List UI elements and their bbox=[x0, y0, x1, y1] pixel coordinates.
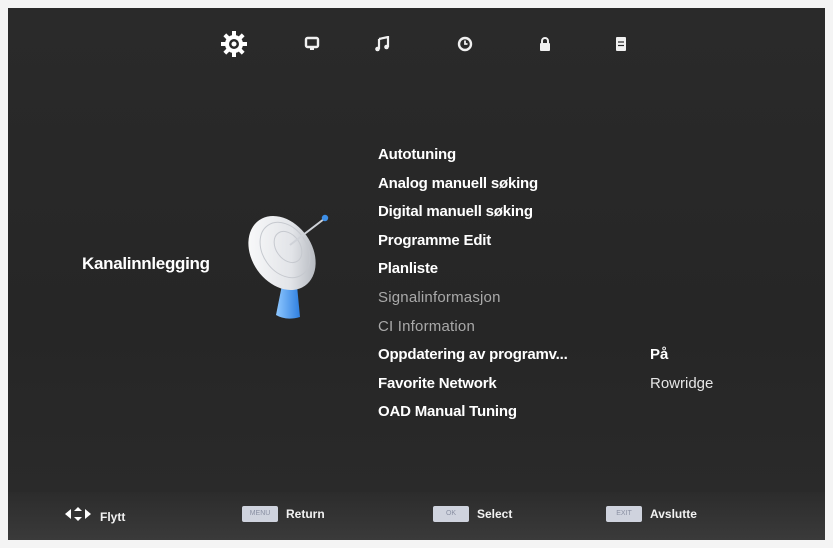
satellite-dish-icon bbox=[246, 203, 338, 331]
gear-icon[interactable] bbox=[218, 28, 250, 60]
ok-key-badge: OK bbox=[433, 506, 469, 522]
clock-icon[interactable] bbox=[449, 28, 481, 60]
section-title: Kanalinnlegging bbox=[82, 254, 210, 273]
hint-move-label: Flytt bbox=[100, 509, 126, 524]
lock-icon[interactable] bbox=[529, 28, 561, 60]
hint-return: MENU Return bbox=[242, 506, 325, 522]
menu-item-oad-manual-tuning[interactable]: OAD Manual Tuning bbox=[378, 398, 568, 427]
hint-exit: EXIT Avslutte bbox=[606, 506, 697, 522]
music-note-icon[interactable] bbox=[366, 28, 398, 60]
menu-item-signal-information: Signalinformasjon bbox=[378, 288, 501, 306]
hint-exit-label: Avslutte bbox=[650, 507, 697, 521]
menu-item-programme-edit[interactable]: Programme Edit bbox=[378, 227, 568, 256]
exit-key-badge: EXIT bbox=[606, 506, 642, 522]
menu-item-software-update[interactable]: Oppdatering av programv... bbox=[378, 341, 568, 370]
menu-item-autotuning[interactable]: Autotuning bbox=[378, 141, 568, 170]
monitor-icon[interactable] bbox=[296, 28, 328, 60]
hint-move: Flytt bbox=[64, 506, 125, 527]
tv-menu-screen: Kanalinnlegging Autotuning Analog manuel… bbox=[8, 8, 825, 540]
menu-item-ci-information: CI Information bbox=[378, 317, 476, 335]
menu-item-schedule-list[interactable]: Planliste bbox=[378, 255, 568, 284]
menu-item-analog-manual-search[interactable]: Analog manuell søking bbox=[378, 170, 568, 199]
hint-bar: Flytt MENU Return OK Select EXIT Avslutt… bbox=[8, 492, 825, 540]
document-icon[interactable] bbox=[605, 28, 637, 60]
arrows-move-icon bbox=[64, 506, 92, 527]
hint-return-label: Return bbox=[286, 507, 325, 521]
favorite-network-value[interactable]: Rowridge bbox=[650, 370, 713, 399]
menu-item-digital-manual-search[interactable]: Digital manuell søking bbox=[378, 198, 568, 227]
hint-select: OK Select bbox=[433, 506, 512, 522]
menu-key-badge: MENU bbox=[242, 506, 278, 522]
menu-item-favorite-network[interactable]: Favorite Network bbox=[378, 370, 568, 399]
category-nav bbox=[8, 28, 825, 60]
software-update-value[interactable]: På bbox=[650, 341, 668, 370]
menu-list: Autotuning Analog manuell søking Digital… bbox=[378, 141, 568, 427]
hint-select-label: Select bbox=[477, 507, 513, 521]
